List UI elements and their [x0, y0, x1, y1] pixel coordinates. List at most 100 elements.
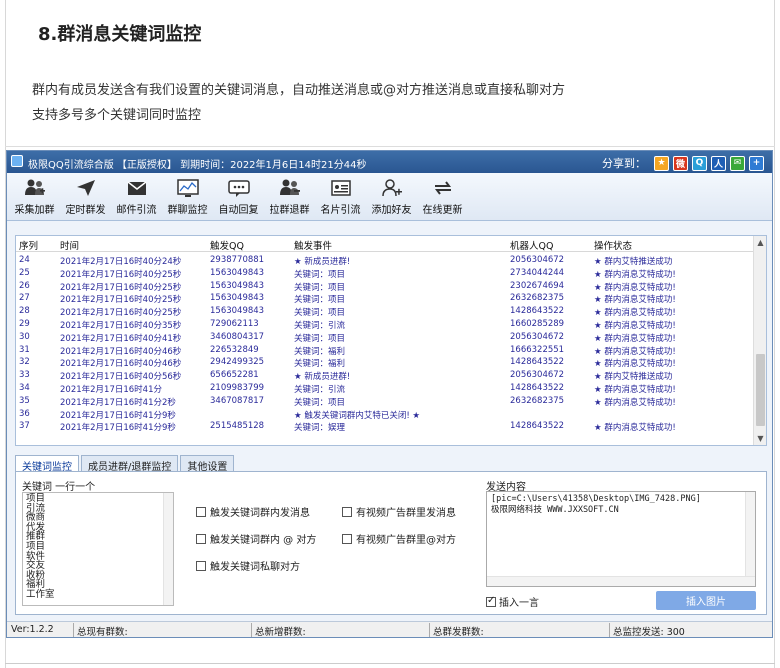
- share-label: 分享到：: [602, 157, 646, 170]
- scroll-thumb[interactable]: [756, 354, 765, 426]
- title-bar: 极限QQ引流综合版 【正版授权】 到期时间：2022年1月6日14时21分44秒…: [7, 151, 772, 173]
- scroll-up-icon[interactable]: ▲: [754, 236, 766, 249]
- table-row[interactable]: 24 2021年2月17日16时40分24秒 2938770881 ★ 新成员进群! 2…: [16, 255, 754, 267]
- scroll-down-icon[interactable]: ▼: [754, 432, 766, 445]
- table-cell: 1428643522: [510, 357, 565, 368]
- tab-keyword-monitor[interactable]: 关键词监控: [15, 455, 79, 473]
- table-cell: 关键词：项目: [294, 333, 346, 344]
- tool-timed-send[interactable]: 定时群发: [60, 173, 111, 221]
- tool-add-friend[interactable]: 添加好友: [366, 173, 417, 221]
- weibo-icon[interactable]: 微: [673, 155, 688, 171]
- table-cell: 32: [19, 357, 30, 368]
- update-icon: [432, 178, 454, 198]
- table-cell: ★ 新成员进群!: [294, 257, 351, 267]
- table-cell: 2021年2月17日16时40分56秒: [60, 372, 182, 383]
- send-line-2: 极限网络科技 WWW.JXXSOFT.CN: [491, 505, 619, 515]
- table-cell: 2109983799: [210, 383, 265, 393]
- chat-reply-icon: [227, 178, 250, 198]
- table-cell: 3467087817: [210, 395, 265, 406]
- keyword-line: 收粉: [26, 569, 46, 581]
- table-cell: 关键词：项目: [294, 282, 346, 293]
- checkbox[interactable]: [196, 506, 206, 517]
- send-hscroll[interactable]: [487, 576, 755, 586]
- table-row[interactable]: 34 2021年2月17日16时41分 2109983799 关键词：引流 142864…: [16, 383, 754, 395]
- table-cell: 2021年2月17日16时40分46秒: [60, 359, 182, 370]
- tab-member-join-quit[interactable]: 成员进群/退群监控: [81, 455, 179, 473]
- tab-other-settings[interactable]: 其他设置: [180, 455, 235, 473]
- tool-mail[interactable]: 邮件引流: [111, 173, 162, 221]
- table-row[interactable]: 35 2021年2月17日16时41分2秒 3467087817 关键词：项目 2632…: [16, 395, 754, 408]
- check-insert-quote[interactable]: 插入一言: [486, 594, 539, 609]
- tool-pull-quit-group[interactable]: 拉群退群: [264, 173, 315, 221]
- table-cell: 656652281: [210, 370, 259, 381]
- table-row[interactable]: 29 2021年2月17日16时40分35秒 729062113 关键词：引流 1660…: [16, 319, 754, 331]
- table-cell: 1428643522: [510, 306, 565, 317]
- table-row[interactable]: 31 2021年2月17日16时40分46秒 226532849 关键词：福利 1666…: [16, 344, 754, 357]
- tool-update[interactable]: 在线更新: [417, 173, 468, 221]
- table-row[interactable]: 30 2021年2月17日16时40分41秒 3460804317 关键词：项目 205…: [16, 331, 754, 344]
- table-cell: 1666322551: [510, 344, 565, 355]
- table-row[interactable]: 37 2021年2月17日16时41分9秒 2515485128 关键词：娱理 1428…: [16, 421, 754, 434]
- table-cell: 1563049843: [210, 267, 265, 278]
- checkbox[interactable]: [196, 533, 206, 544]
- check-video-ad-at[interactable]: 有视频广告群里@对方: [342, 531, 456, 546]
- send-content-textarea[interactable]: [pic=C:\Users\41358\Desktop\IMG_7428.PNG…: [486, 491, 756, 587]
- table-cell: 2056304672: [510, 255, 565, 265]
- insert-image-button[interactable]: 插入图片: [656, 591, 756, 610]
- tool-auto-reply[interactable]: 自动回复: [213, 173, 264, 221]
- table-cell: 2021年2月17日16时40分25秒: [60, 269, 182, 280]
- table-row[interactable]: 28 2021年2月17日16时40分25秒 1563049843 关键词：项目 142…: [16, 306, 754, 318]
- table-cell: 34: [19, 383, 30, 393]
- renren-icon[interactable]: 人: [711, 155, 726, 171]
- table-row[interactable]: 33 2021年2月17日16时40分56秒 656652281 ★ 新成员进群! 20…: [16, 370, 754, 383]
- table-cell: 729062113: [210, 319, 259, 329]
- table-cell: 关键词：项目: [294, 269, 346, 280]
- checkbox[interactable]: [342, 533, 352, 544]
- table-row[interactable]: 32 2021年2月17日16时40分46秒 2942499325 关键词：福利 142…: [16, 357, 754, 370]
- table-cell: 37: [19, 421, 30, 432]
- table-cell: ★ 群内艾特推送成功: [594, 372, 673, 383]
- log-scrollbar[interactable]: ▲ ▼: [753, 236, 766, 445]
- tool-card[interactable]: 名片引流: [315, 173, 366, 221]
- plus-icon[interactable]: +: [749, 155, 764, 171]
- table-cell: ★ 群内消息艾特成功!: [594, 346, 676, 357]
- table-row[interactable]: 36 2021年2月17日16时41分9秒 ★ 触发关键词群内艾特已关闭! ★: [16, 409, 754, 421]
- table-row[interactable]: 26 2021年2月17日16时40分25秒 1563049843 关键词：项目 230…: [16, 280, 754, 293]
- table-cell: 30: [19, 331, 30, 342]
- checkbox-checked[interactable]: [486, 595, 496, 607]
- table-cell: 27: [19, 293, 30, 304]
- table-cell: 2942499325: [210, 357, 265, 368]
- version-text: Ver:1.2.2: [11, 624, 54, 635]
- tool-group-monitor[interactable]: 群聊监控: [162, 173, 213, 221]
- check-group-at[interactable]: 触发关键词群内 @ 对方: [196, 531, 316, 546]
- table-cell: 2021年2月17日16时40分35秒: [60, 321, 182, 331]
- table-cell: 28: [19, 306, 30, 317]
- check-video-ad-send[interactable]: 有视频广告群里发消息: [342, 504, 456, 519]
- table-cell: 1563049843: [210, 280, 265, 291]
- keyword-panel: 关键词 一行一个 项目 引流 微商 代发 推群 项目 软件 交友 收粉 福利 工作室 触发关键词群内…: [15, 471, 767, 615]
- tencent-weibo-icon[interactable]: Q: [692, 155, 707, 171]
- table-cell: 2632682375: [510, 395, 565, 406]
- qzone-icon[interactable]: ★: [654, 155, 669, 171]
- table-cell: ★ 群内消息艾特成功!: [594, 423, 676, 434]
- keyword-label: 关键词 一行一个: [22, 482, 96, 493]
- wechat-icon[interactable]: ✉: [730, 155, 745, 171]
- check-private-chat[interactable]: 触发关键词私聊对方: [196, 558, 300, 573]
- keyword-scrollbar[interactable]: [163, 493, 173, 605]
- checkbox[interactable]: [196, 560, 206, 571]
- table-row[interactable]: 25 2021年2月17日16时40分25秒 1563049843 关键词：项目 273…: [16, 267, 754, 280]
- new-groups: 总新增群数:: [255, 627, 306, 638]
- table-cell: 29: [19, 319, 30, 329]
- table-cell: 2938770881: [210, 255, 265, 265]
- table-row[interactable]: 27 2021年2月17日16时40分25秒 1563049843 关键词：项目 263…: [16, 293, 754, 305]
- keyword-line: 微商: [26, 512, 46, 524]
- check-group-send[interactable]: 触发关键词群内发消息: [196, 504, 310, 519]
- send-vscroll[interactable]: [745, 492, 755, 578]
- divider: [5, 146, 775, 147]
- table-cell: 2021年2月17日16时40分24秒: [60, 257, 182, 267]
- keyword-textarea[interactable]: 项目 引流 微商 代发 推群 项目 软件 交友 收粉 福利 工作室: [22, 492, 174, 606]
- tool-collect-groups[interactable]: 采集加群: [9, 173, 60, 221]
- checkbox[interactable]: [342, 506, 352, 517]
- article-title: 8.群消息关键词监控: [38, 24, 202, 45]
- card-icon: [330, 178, 352, 198]
